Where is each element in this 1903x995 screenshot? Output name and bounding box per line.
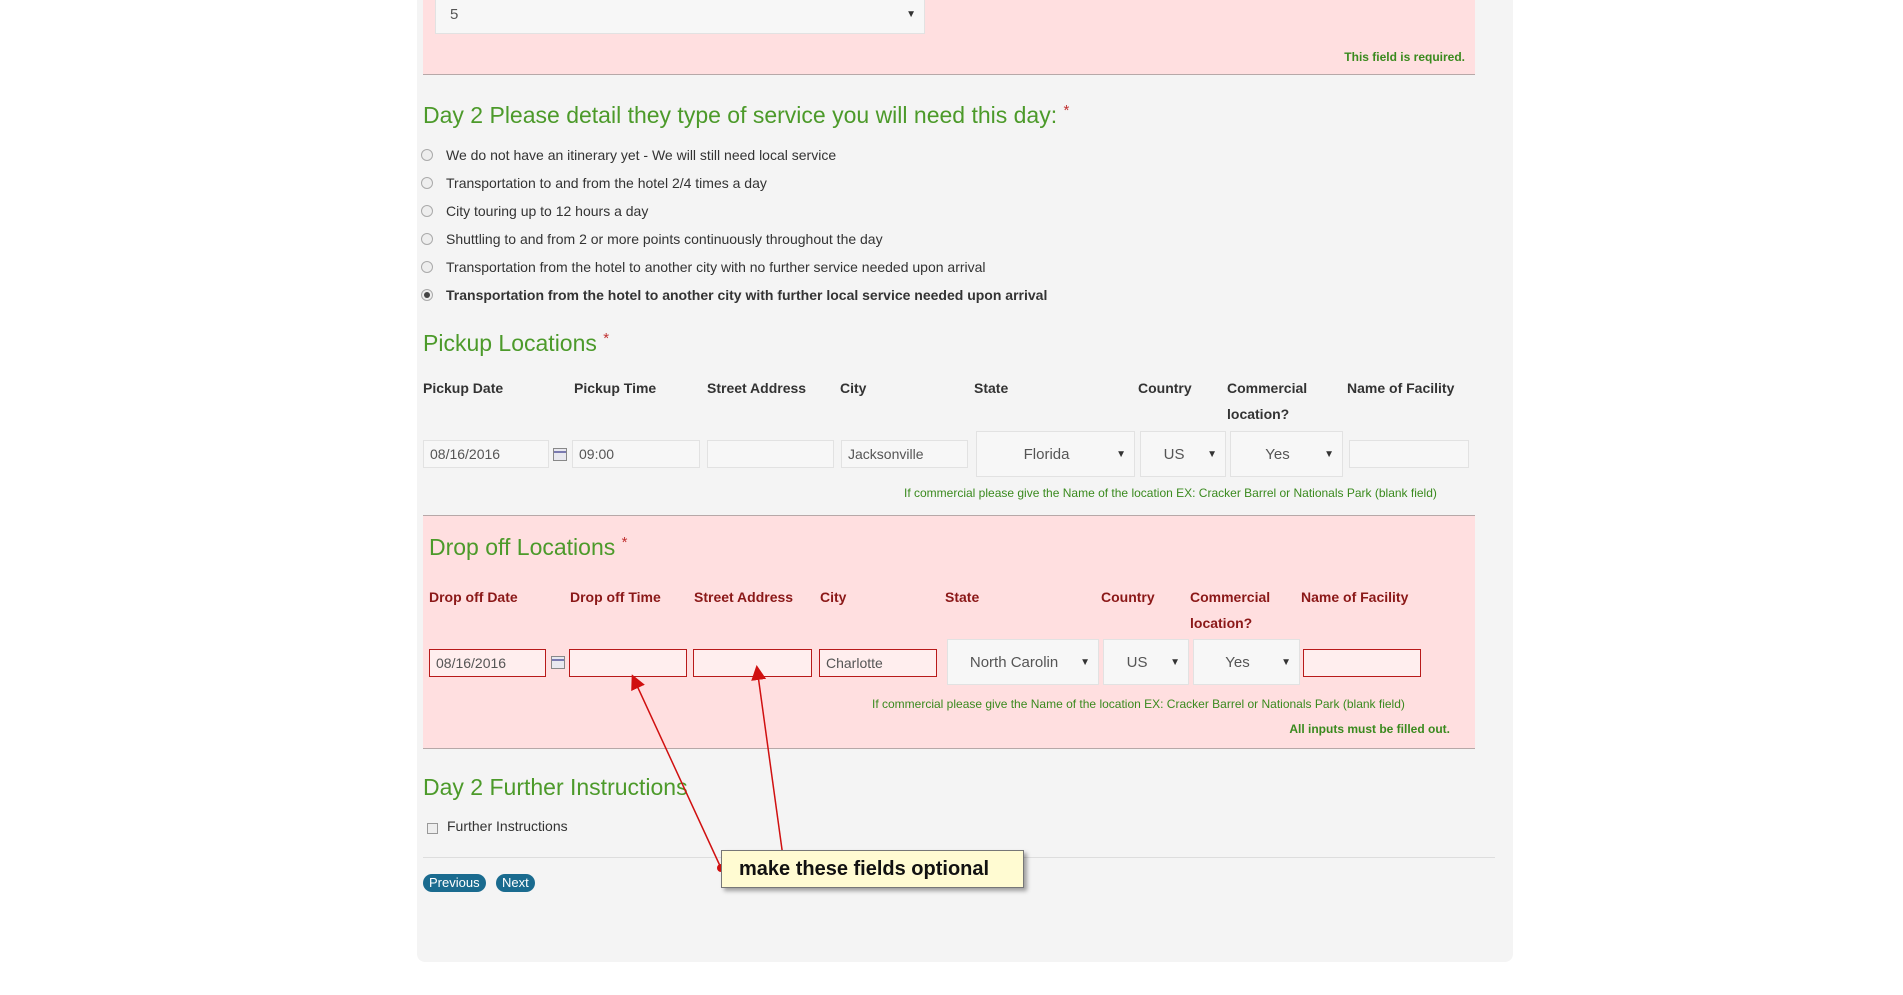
pickup-facility-header: Name of Facility: [1347, 380, 1455, 396]
pickup-time-input[interactable]: [572, 440, 700, 468]
service-option-2[interactable]: City touring up to 12 hours a day: [421, 203, 648, 219]
chevron-down-icon: ▼: [1170, 656, 1180, 668]
dropoff-state-header: State: [945, 589, 980, 605]
pickup-time-header: Pickup Time: [574, 380, 657, 396]
pickup-date-input[interactable]: [423, 440, 549, 468]
day2-service-heading: Day 2 Please detail they type of service…: [423, 102, 1070, 128]
dropoff-city-header: City: [820, 589, 847, 605]
further-instructions-checkbox[interactable]: [427, 823, 438, 834]
dropoff-facility-header: Name of Facility: [1301, 589, 1409, 605]
dropoff-facility-input[interactable]: [1303, 649, 1421, 677]
annotation-callout: make these fields optional: [721, 850, 1024, 888]
pickup-city-input[interactable]: [841, 440, 968, 468]
service-option-4[interactable]: Transportation from the hotel to another…: [421, 259, 986, 275]
pickup-facility-input[interactable]: [1349, 440, 1469, 468]
further-instructions-label: Further Instructions: [447, 818, 568, 834]
dropoff-time-header: Drop off Time: [570, 589, 661, 605]
chevron-down-icon: ▼: [1207, 448, 1217, 460]
radio-button[interactable]: [421, 205, 433, 217]
dropoff-commercial-note: If commercial please give the Name of th…: [872, 697, 1405, 711]
pickup-state-select[interactable]: Florida ▼: [976, 431, 1135, 477]
previous-field-error-region: 5 ▼ This field is required.: [423, 0, 1475, 75]
pickup-commercial-header: Commercial location?: [1227, 380, 1308, 422]
dropoff-country-header: Country: [1101, 589, 1155, 605]
service-option-0[interactable]: We do not have an itinerary yet - We wil…: [421, 147, 836, 163]
dropoff-commercial-header: Commercial location?: [1190, 589, 1271, 631]
previous-button[interactable]: Previous: [423, 874, 486, 892]
dropoff-commercial-select[interactable]: Yes ▼: [1193, 639, 1300, 685]
chevron-down-icon: ▼: [1324, 448, 1334, 460]
dropoff-heading: Drop off Locations *: [429, 534, 628, 560]
dropoff-date-header: Drop off Date: [429, 589, 518, 605]
pickup-street-input[interactable]: [707, 440, 834, 468]
next-button[interactable]: Next: [496, 874, 535, 892]
pickup-country-header: Country: [1138, 380, 1192, 396]
form-panel: 5 ▼ This field is required. Day 2 Please…: [417, 0, 1513, 962]
dropoff-error-region: Drop off Locations * Drop off Date Drop …: [423, 515, 1475, 749]
radio-button-selected[interactable]: [421, 289, 433, 301]
chevron-down-icon: ▼: [906, 8, 916, 20]
pickup-state-header: State: [974, 380, 1009, 396]
chevron-down-icon: ▼: [1281, 656, 1291, 668]
pickup-heading: Pickup Locations *: [423, 330, 610, 356]
pickup-commercial-select[interactable]: Yes ▼: [1230, 431, 1343, 477]
dropoff-error-message: All inputs must be filled out.: [1289, 722, 1450, 736]
pickup-country-select[interactable]: US ▼: [1140, 431, 1226, 477]
dropoff-city-input[interactable]: [819, 649, 937, 677]
radio-button[interactable]: [421, 149, 433, 161]
pickup-city-header: City: [840, 380, 867, 396]
radio-button[interactable]: [421, 233, 433, 245]
calendar-icon[interactable]: [551, 656, 565, 669]
field-required-message: This field is required.: [1344, 50, 1465, 64]
dropoff-street-input[interactable]: [693, 649, 812, 677]
dropoff-country-select[interactable]: US ▼: [1103, 639, 1189, 685]
calendar-icon[interactable]: [553, 448, 567, 461]
previous-field-select[interactable]: 5 ▼: [435, 0, 925, 34]
dropoff-street-header: Street Address: [694, 589, 794, 605]
radio-button[interactable]: [421, 177, 433, 189]
dropoff-date-input[interactable]: [429, 649, 546, 677]
pickup-street-header: Street Address: [707, 380, 807, 396]
chevron-down-icon: ▼: [1080, 656, 1090, 668]
service-option-5[interactable]: Transportation from the hotel to another…: [421, 287, 1047, 303]
service-option-1[interactable]: Transportation to and from the hotel 2/4…: [421, 175, 767, 191]
dropoff-state-select[interactable]: North Carolin ▼: [947, 639, 1099, 685]
dropoff-time-input[interactable]: [569, 649, 687, 677]
radio-button[interactable]: [421, 261, 433, 273]
pickup-commercial-note: If commercial please give the Name of th…: [904, 486, 1437, 500]
pickup-date-header: Pickup Date: [423, 380, 504, 396]
further-instructions-heading: Day 2 Further Instructions: [423, 774, 688, 800]
chevron-down-icon: ▼: [1116, 448, 1126, 460]
service-option-3[interactable]: Shuttling to and from 2 or more points c…: [421, 231, 883, 247]
